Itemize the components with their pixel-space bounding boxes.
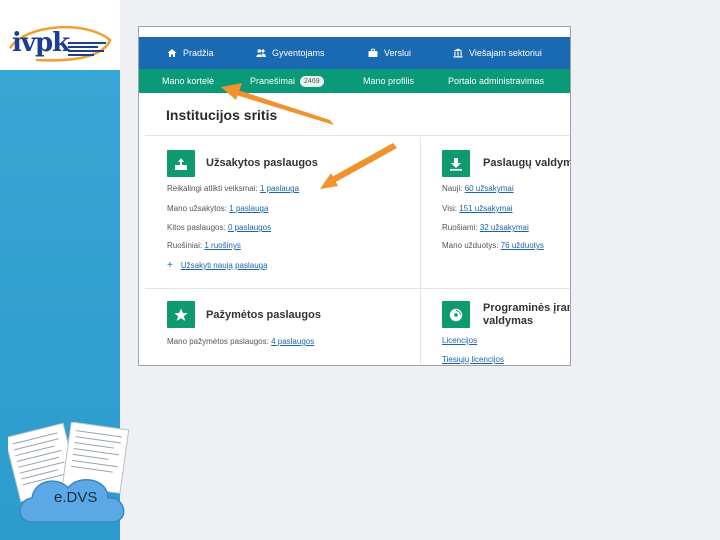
software-disc-icon — [442, 301, 470, 328]
my-ordered-link[interactable]: 1 paslauga — [229, 204, 268, 213]
ordered-row-other: Kitos paslaugos: 0 paslaugos — [167, 223, 272, 232]
ordered-services-icon — [167, 150, 195, 177]
institution-icon — [453, 48, 463, 58]
ordered-row-mine: Mano užsakytos: 1 paslauga — [167, 204, 269, 213]
drafts-link[interactable]: 1 ruošinys — [204, 241, 240, 250]
nav-item-label: Viešajam sektoriui — [469, 48, 542, 58]
subnav-notifications[interactable]: Pranešimai 2469 — [250, 76, 324, 87]
management-row-preparing: Ruošiami: 32 užsakymai — [442, 223, 529, 232]
subnav-portal-admin[interactable]: Portalo administravimas — [448, 76, 544, 86]
marked-row: Mano pažymėtos paslaugos: 4 paslaugos — [167, 337, 315, 346]
marked-services-icon — [167, 301, 195, 328]
home-icon — [167, 49, 177, 57]
my-tasks-link[interactable]: 76 užduotys — [501, 241, 544, 250]
management-row-new: Nauji: 60 užsakymai — [442, 184, 514, 193]
sub-navigation: Mano kortelė Pranešimai 2469 Mano profili… — [139, 69, 570, 93]
management-row-tasks: Mano užduotys: 76 užduotys — [442, 241, 544, 250]
cloud-label: e.DVS — [54, 489, 98, 506]
new-orders-link[interactable]: 60 užsakymai — [465, 184, 514, 193]
all-orders-link[interactable]: 151 užsakymai — [459, 204, 512, 213]
ordered-services-title[interactable]: Užsakytos paslaugos — [206, 157, 318, 170]
order-new-service-label: Užsakyti naują paslaugą — [180, 261, 268, 270]
briefcase-icon — [368, 48, 378, 57]
ordered-row-actions: Reikalingi atlikti veiksmai: 1 paslauga — [167, 184, 300, 193]
nav-item-citizens[interactable]: Gyventojams — [256, 46, 325, 60]
marked-services-link[interactable]: 4 paslaugos — [271, 337, 314, 346]
page-title: Institucijos sritis — [166, 107, 278, 123]
logo-text: ivpk — [12, 28, 70, 58]
logo-stripes-icon — [68, 42, 106, 56]
subnav-label: Pranešimai — [250, 76, 296, 86]
plus-icon: + — [167, 260, 173, 271]
people-icon — [256, 49, 266, 57]
other-services-link[interactable]: 0 paslaugos — [228, 223, 271, 232]
title-divider — [145, 135, 570, 136]
documents-cloud-icon — [8, 422, 130, 523]
nav-item-label: Verslui — [384, 48, 412, 58]
nav-item-public-sector[interactable]: Viešajam sektoriui — [453, 46, 542, 60]
licenses-link[interactable]: Licencijos — [442, 336, 477, 345]
actions-required-link[interactable]: 1 paslauga — [260, 184, 299, 193]
preparing-orders-link[interactable]: 32 užsakymai — [480, 223, 529, 232]
nav-item-business[interactable]: Verslui — [368, 46, 411, 60]
nav-item-label: Gyventojams — [272, 48, 325, 58]
order-new-service-link[interactable]: + Užsakyti naują paslaugą — [167, 260, 268, 271]
subnav-my-profile[interactable]: Mano profilis — [363, 76, 414, 86]
direct-licenses-link[interactable]: Tiesiųjų licencijos — [442, 355, 504, 364]
subnav-my-card[interactable]: Mano kortelė — [162, 76, 214, 86]
ordered-row-drafts: Ruošiniai: 1 ruošinys — [167, 241, 241, 250]
row-divider — [145, 288, 570, 289]
service-management-title[interactable]: Paslaugų valdymas — [483, 157, 570, 170]
nav-item-label: Pradžia — [183, 48, 214, 58]
nav-item-home[interactable]: Pradžia — [167, 46, 214, 60]
logo-area: ivpk — [0, 0, 120, 70]
portal-screenshot: Pradžia Gyventojams Verslui Viešajam sek… — [138, 26, 571, 366]
column-divider — [420, 137, 421, 365]
top-navigation: Pradžia Gyventojams Verslui Viešajam sek… — [139, 37, 570, 69]
management-row-all: Visi: 151 užsakymai — [442, 204, 513, 213]
marked-services-title[interactable]: Pažymėtos paslaugos — [206, 309, 321, 322]
notification-count-badge: 2469 — [300, 76, 324, 87]
software-management-title[interactable]: Programinės įrangosvaldymas — [483, 302, 570, 328]
service-management-icon — [442, 150, 470, 177]
